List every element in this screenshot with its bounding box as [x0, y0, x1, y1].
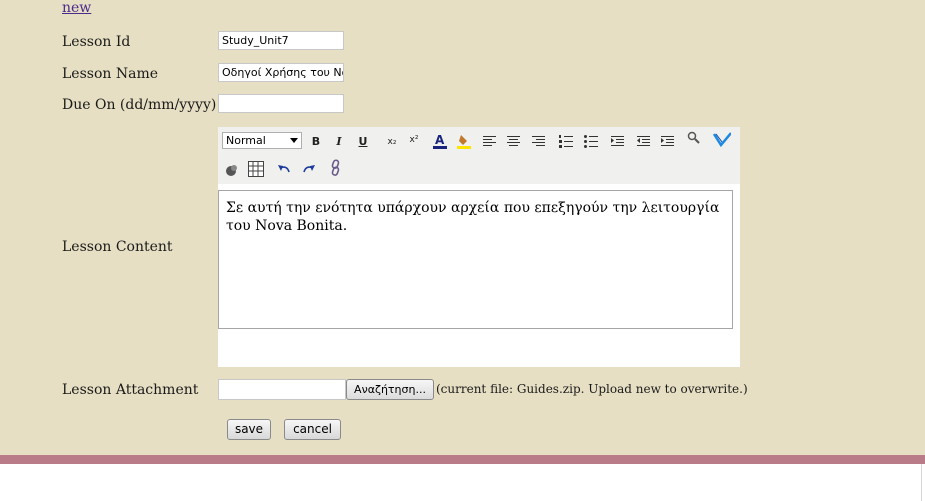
- outdent-alt-icon[interactable]: [659, 132, 677, 150]
- subscript-button[interactable]: x₂: [383, 133, 401, 151]
- rich-text-editor: Normal B I U x₂ x² A Σε αυτή την ενότητα…: [218, 127, 740, 367]
- link-icon[interactable]: [327, 159, 345, 177]
- align-right-icon[interactable]: [530, 132, 548, 150]
- remove-format-icon[interactable]: [223, 161, 241, 179]
- align-left-icon[interactable]: [481, 132, 499, 150]
- svg-text:A: A: [435, 133, 445, 147]
- current-file-note: (current file: Guides.zip. Upload new to…: [436, 382, 748, 396]
- indent-icon[interactable]: [609, 132, 627, 150]
- lesson-attachment-label: Lesson Attachment: [62, 382, 199, 398]
- editor-toolbar: Normal B I U x₂ x² A: [218, 127, 740, 184]
- due-on-field[interactable]: [218, 94, 344, 113]
- lesson-id-label: Lesson Id: [62, 34, 131, 50]
- lesson-id-field[interactable]: Study_Unit7: [218, 31, 344, 50]
- highlight-icon[interactable]: [455, 132, 473, 150]
- font-color-icon[interactable]: A: [431, 132, 449, 150]
- save-button[interactable]: save: [227, 419, 271, 440]
- ordered-list-icon[interactable]: [557, 132, 575, 150]
- italic-button[interactable]: I: [330, 132, 348, 150]
- due-on-label: Due On (dd/mm/yyyy): [62, 97, 217, 113]
- unordered-list-icon[interactable]: [582, 132, 600, 150]
- redo-icon[interactable]: [300, 161, 318, 179]
- chevron-down-icon: [290, 138, 298, 143]
- undo-icon[interactable]: [275, 161, 293, 179]
- new-link[interactable]: new: [62, 0, 91, 16]
- format-select[interactable]: Normal: [222, 132, 302, 149]
- lesson-content-area[interactable]: Σε αυτή την ενότητα υπάρχουν αρχεία που …: [218, 190, 733, 329]
- lesson-name-field[interactable]: Οδηγοί Χρήσης του Nova Bonita: [218, 63, 344, 82]
- cancel-button[interactable]: cancel: [284, 419, 341, 440]
- scrollbar-edge: [921, 464, 922, 501]
- align-center-icon[interactable]: [505, 132, 523, 150]
- lesson-content-label: Lesson Content: [62, 239, 173, 255]
- superscript-button[interactable]: x²: [405, 131, 423, 149]
- lesson-name-label: Lesson Name: [62, 66, 159, 82]
- main-panel: new Lesson Id Study_Unit7 Lesson Name Οδ…: [0, 0, 925, 455]
- browse-button[interactable]: Αναζήτηση...: [346, 379, 434, 400]
- table-icon[interactable]: [247, 160, 265, 178]
- spellcheck-icon[interactable]: [713, 131, 731, 149]
- bold-button[interactable]: B: [307, 132, 325, 150]
- format-select-value: Normal: [226, 134, 266, 147]
- attachment-file-field[interactable]: [218, 379, 346, 400]
- outdent-icon[interactable]: [635, 132, 653, 150]
- search-icon[interactable]: [685, 129, 703, 147]
- footer-divider: [0, 455, 925, 464]
- underline-button[interactable]: U: [354, 132, 372, 150]
